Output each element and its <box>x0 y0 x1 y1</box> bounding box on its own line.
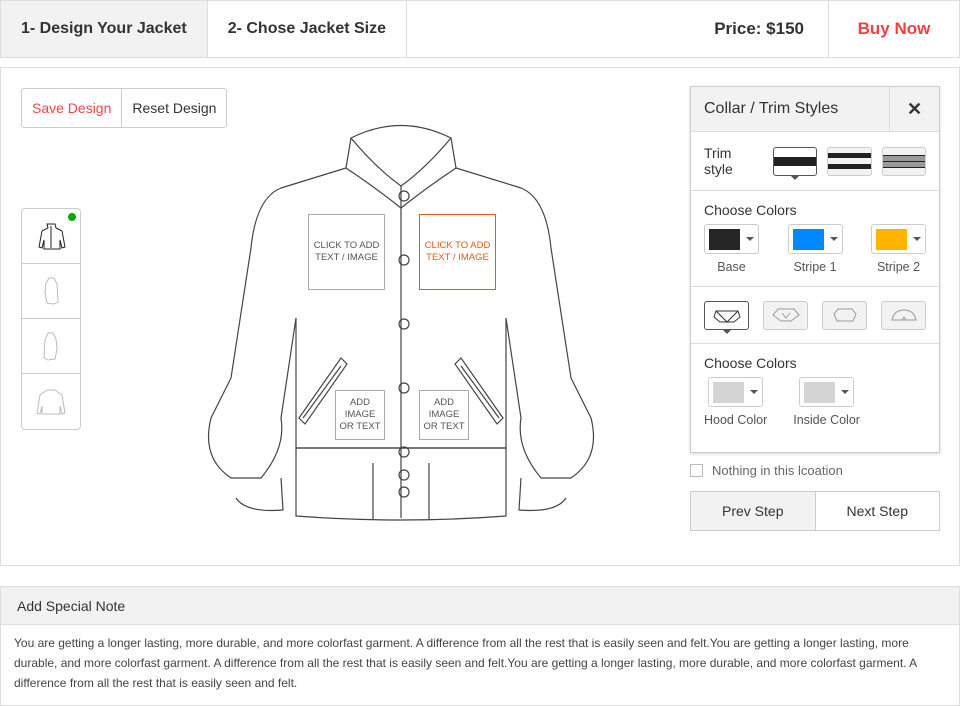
color-label: Stripe 1 <box>793 260 837 274</box>
collar-style-1[interactable] <box>704 300 749 334</box>
caret-down-icon <box>913 237 921 241</box>
left-side-view-icon <box>44 277 59 305</box>
color-label: Inside Color <box>793 413 860 427</box>
chest-left-zone[interactable]: CLICK TO ADD TEXT / IMAGE <box>308 214 385 290</box>
collar-icon <box>832 308 857 322</box>
special-note-section: Add Special Note You are getting a longe… <box>0 586 960 706</box>
collar-trim-panel: Collar / Trim Styles ✕ Trim style Choose … <box>690 86 940 453</box>
special-note-title: Add Special Note <box>1 587 959 625</box>
color-picker-base: Base <box>704 224 759 274</box>
color-label: Hood Color <box>704 413 768 427</box>
nothing-label: Nothing in this lcoation <box>712 463 843 478</box>
color-picker-stripe-1: Stripe 1 <box>787 224 843 274</box>
view-left[interactable] <box>22 264 80 319</box>
color-dropdown[interactable] <box>704 224 759 254</box>
tab-jacket-size[interactable]: 2- Chose Jacket Size <box>208 1 407 57</box>
color-picker-inside-color: Inside Color <box>793 377 860 427</box>
color-label: Stripe 2 <box>876 260 921 274</box>
nothing-in-location-option: Nothing in this lcoation <box>690 463 843 478</box>
trim-style-triple[interactable] <box>881 146 926 176</box>
color-swatch <box>876 228 907 250</box>
color-dropdown[interactable] <box>799 377 855 407</box>
collar-icon <box>712 310 741 323</box>
caret-down-icon <box>746 237 754 241</box>
caret-down-icon <box>841 390 850 394</box>
color-dropdown[interactable] <box>871 224 926 254</box>
next-step-button[interactable]: Next Step <box>816 492 940 530</box>
special-note-text[interactable]: You are getting a longer lasting, more d… <box>1 625 959 701</box>
active-indicator <box>68 213 76 221</box>
prev-step-button[interactable]: Prev Step <box>691 492 816 530</box>
buy-now-button[interactable]: Buy Now <box>829 1 959 57</box>
color-swatch <box>709 228 740 250</box>
color-picker-stripe-2: Stripe 2 <box>871 224 926 274</box>
caret-down-icon <box>750 390 759 394</box>
collar-style-3[interactable] <box>822 300 867 330</box>
color-swatch <box>713 381 745 403</box>
save-design-button[interactable]: Save Design <box>22 89 123 127</box>
collar-colors-label: Choose Colors <box>704 355 797 371</box>
color-picker-hood-color: Hood Color <box>704 377 767 427</box>
close-icon[interactable]: ✕ <box>889 87 939 131</box>
color-label: Base <box>717 260 746 274</box>
view-selector <box>21 208 81 430</box>
panel-title: Collar / Trim Styles <box>704 100 839 117</box>
step-navigation: Prev Step Next Step <box>690 491 940 531</box>
collar-icon <box>890 309 917 321</box>
caret-down-icon <box>829 237 838 241</box>
price: Price: $150 <box>690 1 829 57</box>
pocket-left-zone[interactable]: ADD IMAGE OR TEXT <box>335 390 385 440</box>
design-actions: Save Design Reset Design <box>21 88 228 128</box>
collar-icon <box>771 308 800 322</box>
trim-style-label: Trim style <box>704 145 733 177</box>
nothing-checkbox[interactable] <box>690 464 703 477</box>
pocket-right-zone[interactable]: ADD IMAGE OR TEXT <box>419 390 469 440</box>
chest-right-zone[interactable]: CLICK TO ADD TEXT / IMAGE <box>419 214 496 290</box>
top-bar: 1- Design Your Jacket 2- Chose Jacket Si… <box>0 0 960 58</box>
color-dropdown[interactable] <box>708 377 764 407</box>
choose-colors-label: Choose Colors <box>704 202 797 218</box>
jacket-front-outline <box>207 125 595 521</box>
right-side-view-icon <box>43 332 58 361</box>
view-right[interactable] <box>22 319 80 374</box>
color-swatch <box>792 228 824 250</box>
front-view-icon <box>38 223 66 250</box>
view-back[interactable] <box>22 374 80 429</box>
collar-style-2[interactable] <box>763 300 808 330</box>
collar-style-4[interactable] <box>881 300 926 330</box>
color-dropdown[interactable] <box>787 224 843 254</box>
trim-style-double[interactable] <box>827 146 872 176</box>
color-swatch <box>804 381 836 403</box>
view-front[interactable] <box>22 209 80 264</box>
tab-design-jacket[interactable]: 1- Design Your Jacket <box>1 1 208 57</box>
back-view-icon <box>36 389 66 415</box>
trim-style-single[interactable] <box>773 146 818 180</box>
